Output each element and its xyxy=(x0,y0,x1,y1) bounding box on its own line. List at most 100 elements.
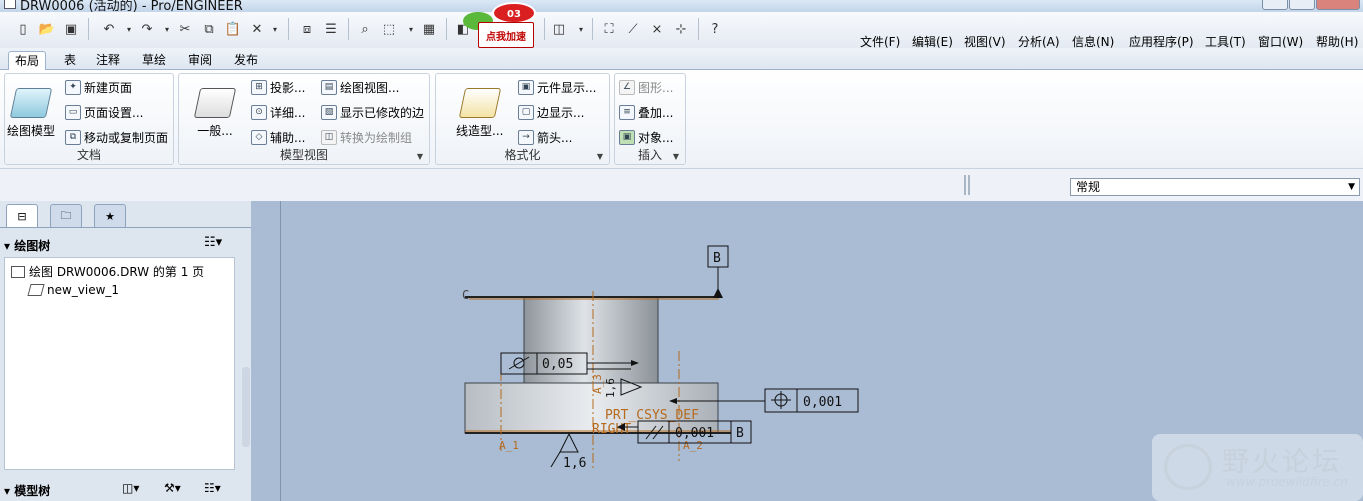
graph-button[interactable]: ∠ 图形... xyxy=(619,78,673,96)
drawing-tree-header: ▾ 绘图树 xyxy=(4,239,51,253)
auxiliary-view-icon: ◇ xyxy=(251,129,267,145)
tab-layout[interactable]: 布局 xyxy=(8,51,47,70)
line-style-button[interactable]: 线造型... xyxy=(456,88,503,139)
model-tree-display-icon[interactable]: ◫▾ xyxy=(122,481,139,495)
chevron-down-icon: ▼ xyxy=(1348,182,1355,192)
undo-icon[interactable]: ↶ xyxy=(100,20,118,38)
drawing-model-button[interactable]: 绘图模型 xyxy=(7,88,55,139)
auxiliary-view-button[interactable]: ◇ 辅助... xyxy=(251,128,305,146)
tab-review[interactable]: 审阅 xyxy=(182,51,218,70)
promo-button[interactable]: 点我加速 xyxy=(478,22,534,48)
group-format-dropdown-icon[interactable]: ▼ xyxy=(597,152,603,161)
show-modified-edges-button[interactable]: ▧ 显示已修改的边 xyxy=(321,103,424,121)
select-box-icon[interactable]: ⬚ xyxy=(380,20,398,38)
view-icon xyxy=(27,284,45,296)
fcf-cylindricity-value: 0,05 xyxy=(542,357,573,372)
tree-item-sheet[interactable]: 绘图 DRW0006.DRW 的第 1 页 xyxy=(11,263,204,280)
surface-finish-side: 1,6 xyxy=(604,378,617,398)
promo-badge: 03 xyxy=(492,2,536,24)
datum-b-label: B xyxy=(713,251,721,266)
style-combo[interactable]: 常规 ▼ xyxy=(1070,178,1360,196)
group-format-label: 格式化 xyxy=(504,148,541,162)
copy-icon[interactable]: ⧉ xyxy=(200,20,218,38)
move-copy-sheet-button[interactable]: ⧉ 移动或复制页面 xyxy=(65,128,168,146)
general-view-button[interactable]: 一般... xyxy=(193,88,237,139)
component-display-button[interactable]: ▣ 元件显示... xyxy=(518,78,596,96)
sheet-icon xyxy=(11,265,25,278)
edge-display-button[interactable]: ▢ 边显示... xyxy=(518,103,584,121)
group-model-views-dropdown-icon[interactable]: ▼ xyxy=(417,152,423,161)
model-tree-toggle-icon[interactable]: ☰ xyxy=(322,20,340,38)
ribbon-tabs: 布局 表 注释 草绘 审阅 发布 xyxy=(0,48,1363,70)
convert-icon: ◫ xyxy=(321,129,337,145)
new-sheet-button[interactable]: ✦ 新建页面 xyxy=(65,78,132,96)
group-document-label: 文档 xyxy=(76,148,101,162)
model-tree-settings-icon[interactable]: ☷▾ xyxy=(204,481,221,495)
group-model-views-label: 模型视图 xyxy=(279,148,328,162)
group-insert-dropdown-icon[interactable]: ▼ xyxy=(673,152,679,161)
select-dropdown-icon[interactable]: ▾ xyxy=(402,20,420,38)
object-button[interactable]: ▣ 对象... xyxy=(619,128,673,146)
tab-publish[interactable]: 发布 xyxy=(228,51,264,70)
show-edges-icon: ▧ xyxy=(321,104,337,120)
line-style-icon xyxy=(458,88,501,118)
ribbon: 绘图模型 ✦ 新建页面 ▭ 页面设置... ⧉ 移动或复制页面 文档 一般... ⊞ 投… xyxy=(0,70,1363,168)
drawing-view-button[interactable]: ▤ 绘图视图... xyxy=(321,78,399,96)
undo-dropdown-icon[interactable]: ▾ xyxy=(120,20,138,38)
calculator-icon[interactable]: ▦ xyxy=(420,20,438,38)
forum-watermark: 野火论坛 www.proewildfire.cn xyxy=(1152,434,1363,501)
redo-icon[interactable]: ↷ xyxy=(138,20,156,38)
drawing-tree-settings-icon[interactable]: ☷▾ xyxy=(204,235,222,250)
fcf-parallelism-value: 0,001 xyxy=(675,426,714,441)
tab-sketch[interactable]: 草绘 xyxy=(136,51,172,70)
convert-draft-group-button[interactable]: ◫ 转换为绘制组 xyxy=(321,128,412,146)
graph-icon: ∠ xyxy=(619,79,635,95)
fcf-position-value: 0,001 xyxy=(803,395,842,410)
drawing-model-icon xyxy=(9,88,53,118)
datum-right-label: RIGHT xyxy=(592,422,631,437)
coord-sys-icon[interactable]: ⊹ xyxy=(672,20,690,38)
datum-plane-icon[interactable]: ⛶ xyxy=(600,20,618,38)
tab-favorites[interactable]: ★ xyxy=(94,204,126,227)
minimize-button[interactable] xyxy=(1262,0,1288,10)
cut-icon[interactable]: ✂ xyxy=(176,20,194,38)
tab-annotate[interactable]: 注释 xyxy=(90,51,126,70)
display-style-icon[interactable]: ◫ xyxy=(550,20,568,38)
open-folder-icon[interactable]: 📂 xyxy=(38,20,56,38)
arrow-button[interactable]: → 箭头... xyxy=(518,128,572,146)
overlay-icon: ≡ xyxy=(619,104,635,120)
watermark-title: 野火论坛 xyxy=(1222,447,1342,478)
group-document: 绘图模型 ✦ 新建页面 ▭ 页面设置... ⧉ 移动或复制页面 文档 xyxy=(4,73,174,165)
detailed-view-button[interactable]: ⊙ 详细... xyxy=(251,103,305,121)
find-icon[interactable]: ⌕ xyxy=(356,20,374,38)
delete-dropdown-icon[interactable]: ▾ xyxy=(266,20,284,38)
delete-icon[interactable]: ✕ xyxy=(248,20,266,38)
layers-icon[interactable]: ⧈ xyxy=(298,20,316,38)
tab-table[interactable]: 表 xyxy=(58,51,82,70)
context-help-icon[interactable]: ? xyxy=(706,20,724,38)
datum-point-icon[interactable]: ⨯ xyxy=(648,20,666,38)
navigator-panel: ⊟ 🗀 ★ ▾ 绘图树 ☷▾ 绘图 DRW0006.DRW 的第 1 页 new… xyxy=(0,201,251,501)
tree-item-view[interactable]: new_view_1 xyxy=(27,283,119,297)
arrow-icon: → xyxy=(518,129,534,145)
model-tree-tools-icon[interactable]: ⚒▾ xyxy=(164,481,181,495)
main-toolbar: ▯ 📂 ▣ ↶ ▾ ↷ ▾ ✂ ⧉ 📋 ✕ ▾ ⧈ ☰ ⌕ ⬚ ▾ ▦ ◧ 03… xyxy=(0,2,1363,49)
group-insert: ∠ 图形... ≡ 叠加... ▣ 对象... 插入 ▼ xyxy=(614,73,686,165)
overlay-button[interactable]: ≡ 叠加... xyxy=(619,103,673,121)
datum-axis-icon[interactable]: ⟋ xyxy=(624,20,642,38)
close-button[interactable] xyxy=(1316,0,1360,10)
page-setup-button[interactable]: ▭ 页面设置... xyxy=(65,103,143,121)
redo-dropdown-icon[interactable]: ▾ xyxy=(158,20,176,38)
new-file-icon[interactable]: ▯ xyxy=(14,20,32,38)
save-icon[interactable]: ▣ xyxy=(62,20,80,38)
panel-splitter[interactable] xyxy=(242,367,250,447)
projection-button[interactable]: ⊞ 投影... xyxy=(251,78,305,96)
tab-folder-browser[interactable]: 🗀 xyxy=(50,204,82,227)
paste-icon[interactable]: 📋 xyxy=(224,20,242,38)
maximize-button[interactable] xyxy=(1289,0,1315,10)
detailed-view-icon: ⊙ xyxy=(251,104,267,120)
strip-grip[interactable] xyxy=(964,175,970,195)
display-dropdown-icon[interactable]: ▾ xyxy=(572,20,590,38)
tab-drawing-tree[interactable]: ⊟ xyxy=(6,204,38,227)
filter-strip: 常规 ▼ xyxy=(0,168,1363,201)
